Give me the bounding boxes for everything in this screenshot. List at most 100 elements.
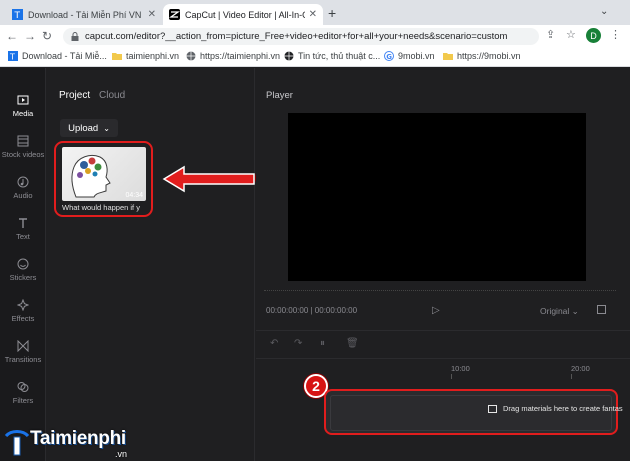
taimienphi-favicon-icon: T: [12, 9, 23, 21]
upload-button[interactable]: Upload ⌄: [60, 119, 118, 137]
watermark-logo: Taimienphi .vn: [0, 426, 180, 461]
sidebar-item-label: Text: [16, 232, 30, 241]
menu-kebab-icon[interactable]: ⋮: [610, 28, 621, 41]
sidebar-item-label: Filters: [12, 396, 34, 405]
sidebar-item-audio[interactable]: Audio: [0, 176, 46, 200]
capcut-favicon-icon: [168, 9, 181, 20]
tick-mark: [451, 374, 452, 379]
delete-icon[interactable]: 🗑: [346, 338, 359, 349]
fullscreen-icon[interactable]: [597, 305, 606, 314]
tick-label: 10:00: [451, 364, 470, 373]
drop-zone-track: [330, 395, 612, 431]
watermark-suffix: .vn: [115, 449, 128, 459]
tab-label: Download - Tải Miễn Phí VN - Ph: [28, 9, 144, 20]
divider: [256, 330, 630, 331]
globe-icon: [186, 51, 196, 61]
tool-sidebar: Media Stock videos Audio Text Stickers E…: [0, 68, 46, 461]
drop-hint-text: Drag materials here to create fantas: [503, 404, 623, 413]
play-icon[interactable]: ▷: [432, 305, 440, 316]
media-icon: [488, 404, 497, 413]
bookmark-item[interactable]: G 9mobi.vn: [384, 51, 435, 61]
bookmark-label: https://taimienphi.vn: [200, 51, 281, 61]
sidebar-item-effects[interactable]: Effects: [0, 298, 46, 323]
sidebar-item-stock-videos[interactable]: Stock videos: [0, 135, 46, 159]
bookmark-label: Tin tức, thủ thuật c...: [298, 51, 381, 61]
sidebar-item-label: Effects: [11, 314, 35, 323]
tick-mark: [571, 374, 572, 379]
browser-tab-bar: T Download - Tải Miễn Phí VN - Ph ✕ CapC…: [0, 0, 630, 25]
sidebar-item-label: Stock videos: [1, 150, 45, 159]
ratio-dropdown[interactable]: Original ⌄: [540, 306, 579, 317]
lock-icon: [71, 32, 79, 41]
bookmark-item[interactable]: taimienphi.vn: [112, 51, 179, 61]
svg-text:G: G: [386, 53, 392, 61]
sidebar-item-label: Audio: [13, 191, 33, 200]
sidebar-item-label: Media: [12, 109, 34, 118]
clip-caption: What would happen if y: [62, 203, 140, 212]
star-icon[interactable]: ☆: [566, 28, 576, 41]
transitions-icon: [17, 339, 29, 353]
share-icon[interactable]: ⇪: [546, 28, 555, 41]
sidebar-item-media[interactable]: Media: [0, 94, 46, 118]
sidebar-item-label: Transitions: [4, 355, 42, 364]
bookmark-label: https://9mobi.vn: [457, 51, 521, 61]
stickers-icon: [17, 258, 29, 270]
divider: [264, 290, 616, 291]
media-icon: [17, 94, 29, 106]
new-tab-button[interactable]: +: [328, 5, 336, 21]
upload-label: Upload: [68, 122, 99, 134]
bookmark-label: Download - Tải Miễ...: [22, 51, 107, 61]
bookmark-label: 9mobi.vn: [398, 51, 435, 61]
tab-project[interactable]: Project: [59, 90, 90, 101]
player-title: Player: [266, 90, 293, 101]
bookmark-item[interactable]: https://taimienphi.vn: [186, 51, 280, 61]
reload-icon[interactable]: ↻: [42, 29, 52, 43]
effects-icon: [16, 298, 30, 312]
watermark-brand: Taimienphi: [30, 428, 126, 449]
back-arrow-icon[interactable]: ←: [6, 29, 18, 43]
tab-label: CapCut | Video Editor | All-In-On: [185, 9, 305, 20]
sidebar-item-stickers[interactable]: Stickers: [0, 258, 46, 282]
redo-icon[interactable]: ↷: [294, 338, 302, 349]
bookmarks-bar: T Download - Tải Miễ... taimienphi.vn ht…: [0, 47, 630, 67]
player-screen: [288, 113, 586, 281]
svg-text:T: T: [14, 11, 21, 20]
sidebar-item-transitions[interactable]: Transitions: [0, 339, 46, 364]
tab-cloud[interactable]: Cloud: [99, 90, 125, 101]
svg-text:T: T: [9, 53, 15, 62]
url-input[interactable]: capcut.com/editor?__action_from=picture_…: [63, 28, 539, 45]
bookmark-label: taimienphi.vn: [126, 51, 180, 61]
media-clip-thumbnail[interactable]: 04:34: [62, 147, 146, 201]
bookmark-item[interactable]: T Download - Tải Miễ...: [8, 51, 107, 62]
bookmark-item[interactable]: Tin tức, thủ thuật c...: [284, 51, 380, 61]
chevron-down-icon[interactable]: ⌄: [600, 6, 608, 17]
url-text: capcut.com/editor?__action_from=picture_…: [85, 31, 508, 42]
avatar[interactable]: D: [586, 28, 601, 43]
filters-icon: [17, 381, 29, 393]
sidebar-item-filters[interactable]: Filters: [0, 381, 46, 405]
capcut-editor: Media Stock videos Audio Text Stickers E…: [0, 68, 630, 461]
chevron-down-icon: ⌄: [103, 123, 110, 133]
drop-hint: Drag materials here to create fantas: [488, 404, 623, 413]
browser-tab-active[interactable]: CapCut | Video Editor | All-In-On ✕: [163, 4, 323, 25]
google-icon: G: [384, 51, 394, 61]
forward-arrow-icon[interactable]: →: [24, 29, 36, 43]
time-readout: 00:00:00:00 | 00:00:00:00: [266, 306, 358, 315]
clip-duration: 04:34: [125, 192, 143, 199]
close-tab-icon[interactable]: ✕: [309, 9, 317, 20]
globe-icon: [284, 51, 294, 61]
player-panel: Player 00:00:00:00 | 00:00:00:00 ▷ Origi…: [256, 68, 630, 330]
timeline-drop-zone[interactable]: Drag materials here to create fantas: [324, 389, 623, 435]
address-bar-row: ← → ↻ capcut.com/editor?__action_from=pi…: [0, 25, 630, 47]
browser-tab[interactable]: T Download - Tải Miễn Phí VN - Ph ✕: [6, 4, 162, 25]
folder-icon: [443, 51, 453, 61]
close-tab-icon[interactable]: ✕: [148, 9, 156, 20]
bookmark-item[interactable]: https://9mobi.vn: [443, 51, 521, 61]
undo-icon[interactable]: ↶: [270, 338, 278, 349]
sidebar-item-text[interactable]: Text: [0, 217, 46, 241]
red-arrow-annotation: [162, 165, 255, 193]
split-icon[interactable]: ⏸: [320, 338, 325, 349]
sidebar-item-label: Stickers: [9, 273, 37, 282]
text-icon: [17, 217, 29, 229]
audio-icon: [17, 176, 29, 188]
